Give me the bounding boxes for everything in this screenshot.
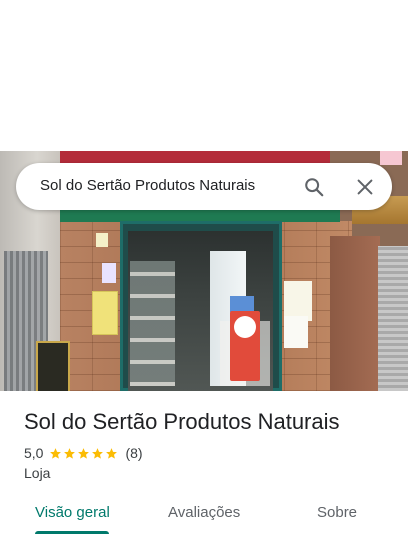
photo-poster — [92, 291, 118, 335]
photo-right-pillar — [330, 236, 380, 391]
tab-overview[interactable]: Visão geral — [35, 504, 110, 521]
photo-shelf — [130, 261, 175, 386]
photo-pink-sign — [380, 151, 402, 165]
close-icon[interactable] — [354, 176, 376, 198]
active-tab-indicator — [35, 531, 109, 534]
photo-poster — [284, 316, 308, 348]
blank-header-area — [0, 0, 408, 151]
photo-poster — [96, 233, 108, 247]
photo-right-shutter — [378, 246, 408, 391]
place-category: Loja — [24, 465, 51, 481]
photo-poster — [284, 281, 312, 321]
photo-poster — [102, 263, 116, 283]
search-input[interactable]: Sol do Sertão Produtos Naturais — [40, 177, 255, 194]
star-icon — [106, 447, 118, 459]
photo-water-bottles — [230, 296, 254, 312]
tab-reviews[interactable]: Avaliações — [168, 504, 240, 521]
place-title: Sol do Sertão Produtos Naturais — [24, 409, 340, 434]
tab-bar: Visão geral Avaliações Sobre — [0, 492, 408, 542]
review-count[interactable]: (8) — [125, 445, 142, 461]
photo-display-logo — [234, 316, 256, 338]
star-icon — [64, 447, 76, 459]
search-icon[interactable] — [303, 176, 325, 198]
star-icon — [92, 447, 104, 459]
rating-stars — [49, 447, 119, 460]
search-bar[interactable]: Sol do Sertão Produtos Naturais — [16, 163, 392, 210]
rating-value: 5,0 — [24, 445, 44, 461]
tab-about[interactable]: Sobre — [317, 504, 357, 521]
photo-left-poster — [36, 341, 70, 391]
rating-row[interactable]: 5,0 (8) — [24, 444, 143, 462]
star-icon — [78, 447, 90, 459]
star-icon — [50, 447, 62, 459]
